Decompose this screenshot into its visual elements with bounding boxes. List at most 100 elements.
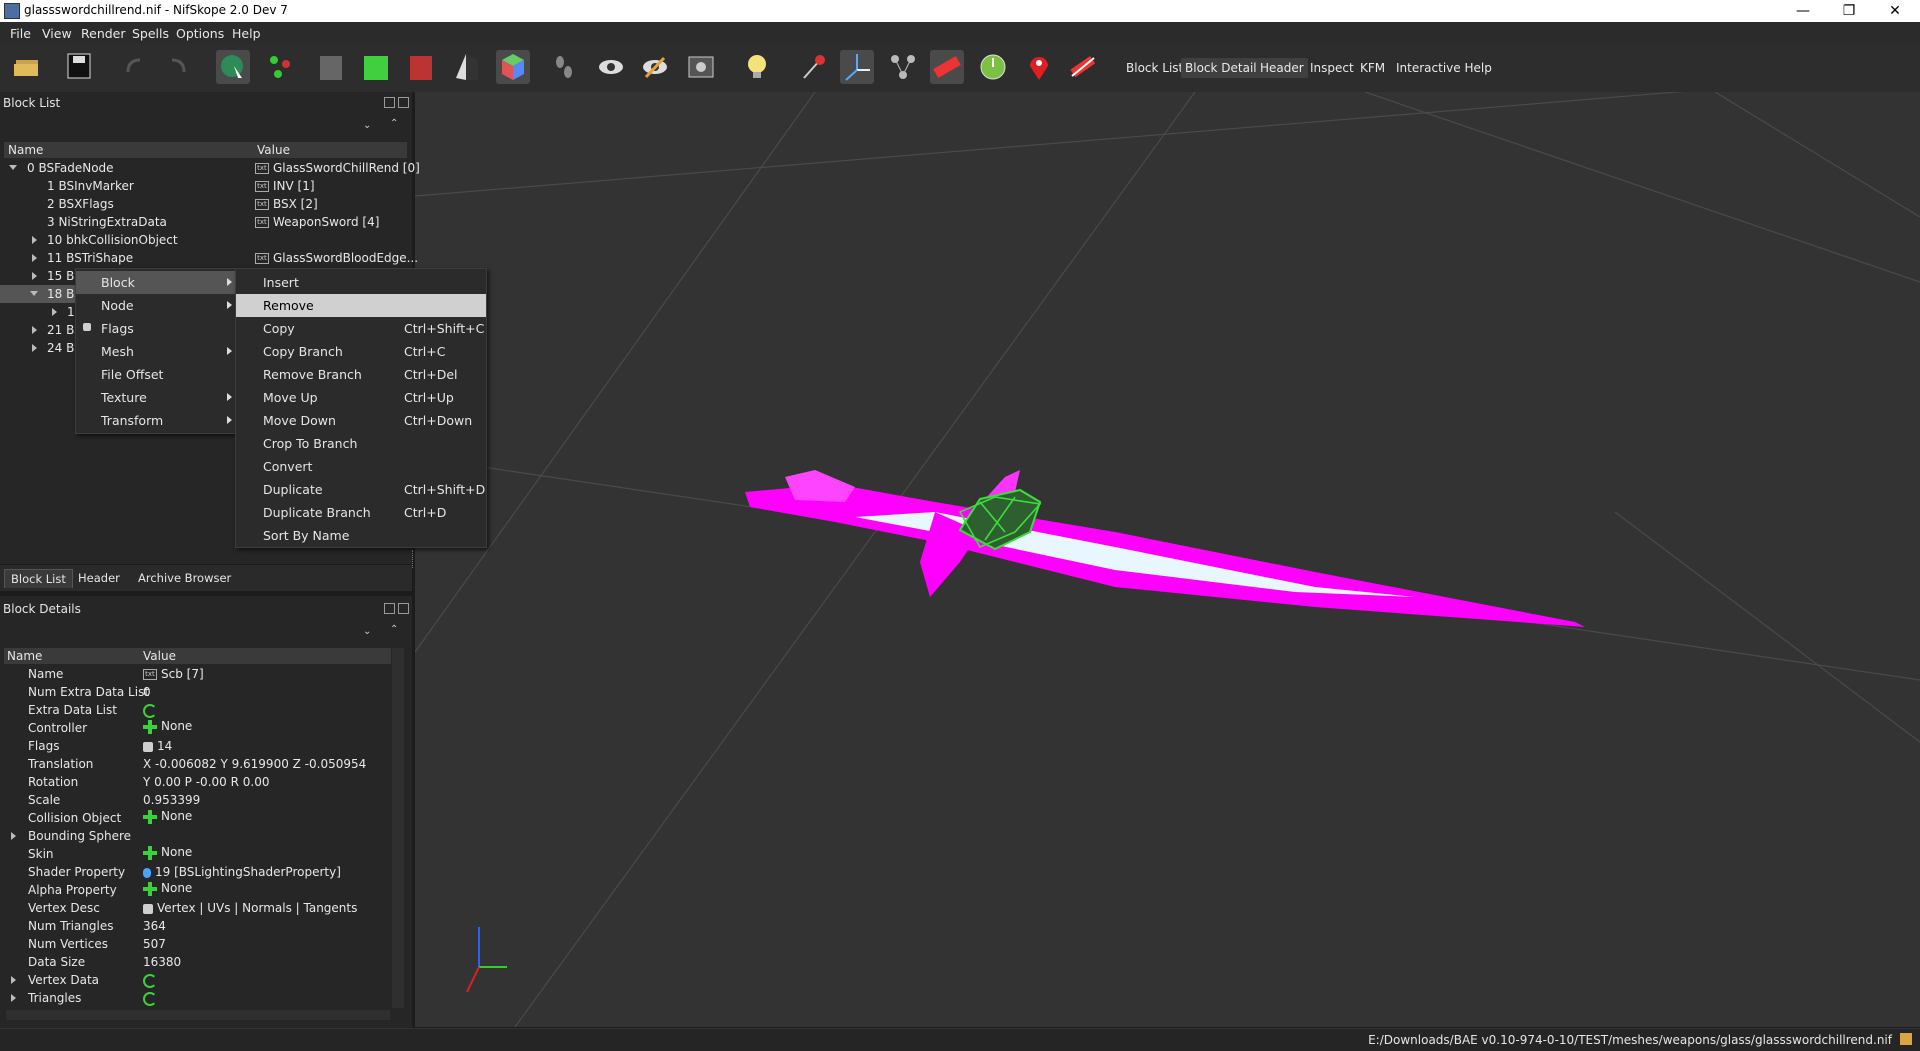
- redo-icon[interactable]: [160, 50, 194, 84]
- detail-value[interactable]: 364: [143, 919, 166, 933]
- view-perspective-icon[interactable]: [496, 50, 530, 84]
- menu-render[interactable]: Render: [81, 26, 126, 41]
- tab-block-list[interactable]: Block List: [4, 569, 73, 588]
- menu-view[interactable]: View: [42, 26, 72, 41]
- select-vertex-icon[interactable]: [264, 50, 298, 84]
- menu-file[interactable]: File: [10, 26, 31, 41]
- horizontal-scrollbar[interactable]: [6, 1010, 390, 1020]
- add-icon[interactable]: [143, 809, 157, 824]
- view-user-icon[interactable]: [450, 50, 484, 84]
- menu-item-insert[interactable]: Insert: [236, 271, 486, 294]
- expand-icon[interactable]: [11, 976, 16, 984]
- detail-value[interactable]: None: [161, 719, 192, 733]
- lighting-icon[interactable]: [740, 50, 774, 84]
- column-value[interactable]: Value: [140, 648, 391, 664]
- undo-icon[interactable]: [118, 50, 152, 84]
- minimize-button[interactable]: —: [1780, 0, 1826, 22]
- collision-icon[interactable]: [1066, 50, 1100, 84]
- close-panel-icon[interactable]: [398, 97, 409, 108]
- tree-row[interactable]: 0 BSFadeNode txt GlassSwordChillRend [0]: [0, 159, 420, 177]
- marker-icon[interactable]: [1022, 50, 1056, 84]
- detail-value[interactable]: None: [161, 809, 192, 823]
- expand-icon[interactable]: [32, 236, 37, 244]
- expand-icon[interactable]: [32, 326, 37, 334]
- open-icon[interactable]: [10, 50, 44, 84]
- column-name[interactable]: Name: [4, 648, 141, 664]
- expand-icon[interactable]: [11, 832, 16, 840]
- tree-row[interactable]: 1 BSInvMarker txt INV [1]: [0, 177, 410, 195]
- screenshot-icon[interactable]: [684, 50, 718, 84]
- detail-value[interactable]: None: [161, 845, 192, 859]
- tab-archive-browser[interactable]: Archive Browser: [132, 569, 237, 587]
- column-value[interactable]: Value: [254, 142, 407, 158]
- menu-item-texture[interactable]: Texture: [76, 386, 236, 409]
- menu-item-mesh[interactable]: Mesh: [76, 340, 236, 363]
- toolbar-block-list[interactable]: Block List: [1122, 58, 1187, 78]
- toolbar-header[interactable]: Header: [1256, 58, 1308, 78]
- walk-mode-icon[interactable]: [548, 50, 582, 84]
- collapse-icon[interactable]: [30, 291, 38, 296]
- visibility-icon[interactable]: [594, 50, 628, 84]
- detail-value[interactable]: 507: [143, 937, 166, 951]
- detail-value[interactable]: 19 [BSLightingShaderProperty]: [155, 865, 341, 879]
- splitter-handle[interactable]: [412, 550, 415, 568]
- expand-icon[interactable]: [32, 272, 37, 280]
- time-icon[interactable]: [976, 50, 1010, 84]
- tree-row[interactable]: 11 BSTriShape txt GlassSwordBloodEdge...: [0, 249, 418, 267]
- refresh-icon[interactable]: [143, 973, 157, 988]
- skeleton-icon[interactable]: [886, 50, 920, 84]
- menu-item-block[interactable]: Block: [76, 271, 236, 294]
- add-icon[interactable]: [143, 881, 157, 896]
- toolbar-inspect[interactable]: Inspect: [1306, 58, 1358, 78]
- detail-value[interactable]: 0: [143, 685, 151, 699]
- expand-icon[interactable]: [9, 165, 17, 170]
- vertical-scrollbar[interactable]: [392, 648, 404, 1008]
- vertex-colors-icon[interactable]: [930, 50, 964, 84]
- menu-help[interactable]: Help: [232, 26, 261, 41]
- column-name[interactable]: Name: [4, 142, 256, 158]
- menu-item-move-up[interactable]: Move Up Ctrl+Up: [236, 386, 486, 409]
- detail-value[interactable]: 0.953399: [143, 793, 200, 807]
- menu-item-sort-by-name[interactable]: Sort By Name: [236, 524, 486, 547]
- refresh-icon[interactable]: [143, 703, 157, 718]
- save-icon[interactable]: [64, 50, 98, 84]
- float-icon[interactable]: [384, 603, 395, 614]
- menu-item-duplicate[interactable]: Duplicate Ctrl+Shift+D: [236, 478, 486, 501]
- toolbar-block-details[interactable]: Block Details: [1181, 58, 1267, 78]
- detail-value[interactable]: Scb [7]: [161, 667, 204, 681]
- detail-value[interactable]: None: [161, 881, 192, 895]
- toolbar-interactive-help[interactable]: Interactive Help: [1392, 58, 1496, 78]
- collapse-all-icon[interactable]: ⌄: [363, 120, 371, 131]
- menu-item-file-offset[interactable]: File Offset: [76, 363, 236, 386]
- detail-value[interactable]: 14: [157, 739, 172, 753]
- menu-item-move-down[interactable]: Move Down Ctrl+Down: [236, 409, 486, 432]
- expand-icon[interactable]: [32, 344, 37, 352]
- menu-item-duplicate-branch[interactable]: Duplicate Branch Ctrl+D: [236, 501, 486, 524]
- menu-item-copy-branch[interactable]: Copy Branch Ctrl+C: [236, 340, 486, 363]
- menu-item-flags[interactable]: Flags: [76, 317, 236, 340]
- tree-row[interactable]: 2 BSXFlags txt BSX [2]: [0, 195, 410, 213]
- menu-options[interactable]: Options: [176, 26, 224, 41]
- axes-icon[interactable]: [840, 50, 874, 84]
- add-icon[interactable]: [143, 845, 157, 860]
- select-object-icon[interactable]: [216, 50, 250, 84]
- refresh-icon[interactable]: [143, 991, 157, 1006]
- tree-row[interactable]: 3 NiStringExtraData txt WeaponSword [4]: [0, 213, 410, 231]
- menu-item-convert[interactable]: Convert: [236, 455, 486, 478]
- expand-all-icon[interactable]: ⌃: [390, 624, 398, 635]
- float-icon[interactable]: [384, 97, 395, 108]
- collapse-all-icon[interactable]: ⌄: [363, 626, 371, 637]
- detail-value[interactable]: Y 0.00 P -0.00 R 0.00: [143, 775, 269, 789]
- menu-item-crop-to-branch[interactable]: Crop To Branch: [236, 432, 486, 455]
- detail-value[interactable]: 16380: [143, 955, 181, 969]
- view-front-icon[interactable]: [314, 50, 348, 84]
- node-icon[interactable]: [796, 50, 830, 84]
- expand-all-icon[interactable]: ⌃: [390, 118, 398, 129]
- hidden-icon[interactable]: [638, 50, 672, 84]
- close-button[interactable]: ✕: [1872, 0, 1918, 22]
- maximize-button[interactable]: ❐: [1826, 0, 1872, 22]
- detail-value[interactable]: X -0.006082 Y 9.619900 Z -0.050954: [143, 757, 366, 771]
- expand-icon[interactable]: [52, 308, 57, 316]
- menu-spells[interactable]: Spells: [132, 26, 169, 41]
- view-side-icon[interactable]: [404, 50, 438, 84]
